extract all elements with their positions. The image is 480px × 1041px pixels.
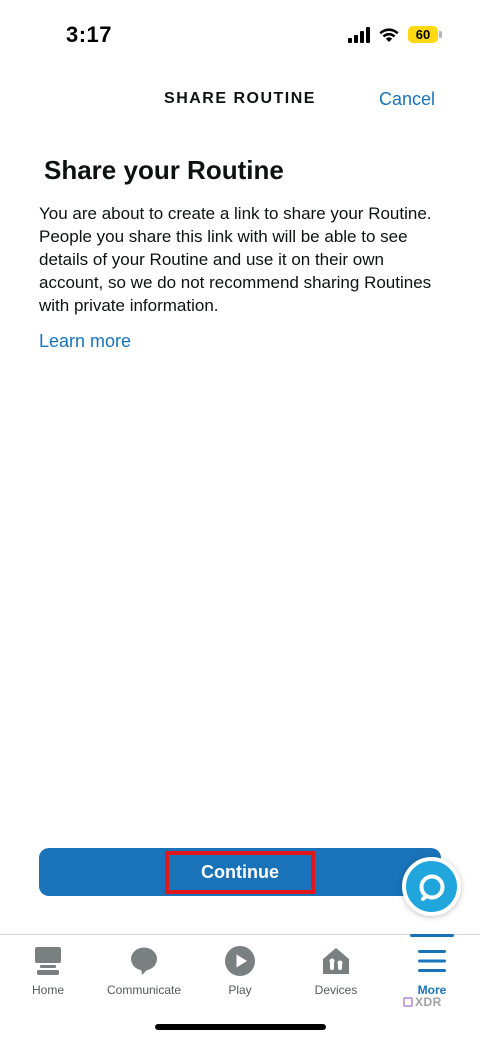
nav-devices[interactable]: Devices <box>288 943 384 997</box>
nav-label-play: Play <box>228 983 252 997</box>
share-routine-content: Share your Routine You are about to crea… <box>39 155 439 352</box>
nav-label-devices: Devices <box>314 983 358 997</box>
status-bar: 3:17 60 <box>0 0 480 70</box>
nav-play[interactable]: Play <box>192 943 288 997</box>
nav-label-communicate: Communicate <box>106 983 182 997</box>
battery-level: 60 <box>408 26 438 43</box>
status-icons: 60 <box>348 26 442 43</box>
status-time: 3:17 <box>66 22 113 47</box>
menu-icon <box>418 950 446 972</box>
alexa-ring-icon <box>419 874 444 901</box>
nav-home[interactable]: Home <box>0 943 96 997</box>
page-title: Share your Routine <box>44 155 284 185</box>
play-icon <box>225 946 255 976</box>
header: SHARE ROUTINE Cancel <box>0 78 480 122</box>
devices-home-icon <box>323 948 349 974</box>
nav-label-home: Home <box>31 983 64 997</box>
alexa-button[interactable] <box>402 857 461 916</box>
home-indicator <box>155 1024 326 1030</box>
active-tab-indicator <box>410 934 454 937</box>
xdr-watermark: XDR <box>403 995 442 1009</box>
share-description: You are about to create a link to share … <box>39 204 432 315</box>
nav-more[interactable]: More <box>384 943 480 997</box>
learn-more-link[interactable]: Learn more <box>39 331 131 352</box>
home-icon <box>35 947 61 975</box>
speech-bubble-icon <box>131 947 157 975</box>
battery-icon: 60 <box>408 26 442 43</box>
continue-button[interactable]: Continue <box>39 848 441 896</box>
cancel-button[interactable]: Cancel <box>379 89 435 110</box>
wifi-icon <box>378 27 400 43</box>
signal-icon <box>348 26 370 43</box>
continue-label: Continue <box>165 850 315 894</box>
nav-communicate[interactable]: Communicate <box>96 943 192 997</box>
